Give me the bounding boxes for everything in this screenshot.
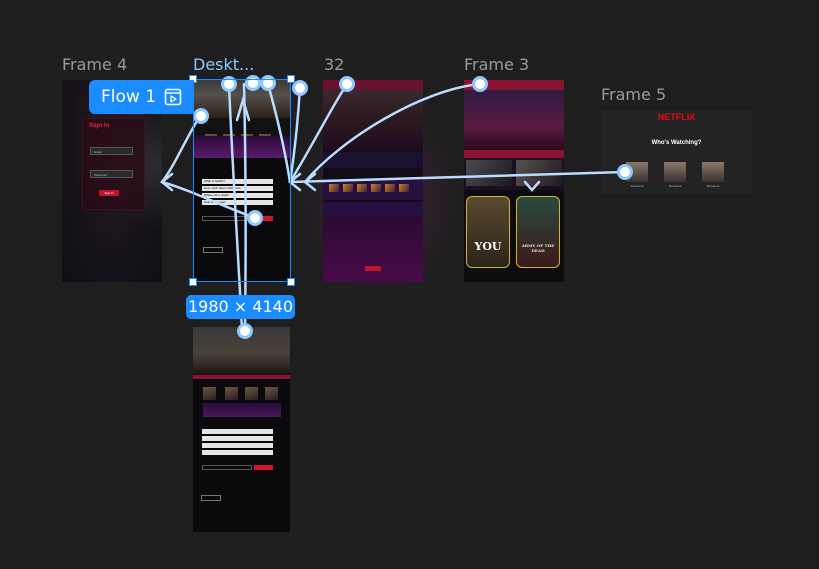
profile-avatar[interactable] xyxy=(702,162,724,182)
connection-node[interactable] xyxy=(237,323,253,339)
connection-node[interactable] xyxy=(247,210,263,226)
resize-handle-bottom-right[interactable] xyxy=(287,278,295,286)
mobile-band xyxy=(193,375,290,379)
frame3-card xyxy=(516,160,562,186)
signin-password-field[interactable]: Password xyxy=(90,170,133,178)
poster-title: ARMY OF THE DEAD xyxy=(521,243,555,253)
frame32-bottom-section xyxy=(323,216,423,282)
connection-node[interactable] xyxy=(193,108,209,124)
profile-name: Someone xyxy=(706,184,720,188)
frame32-thumb xyxy=(329,184,339,192)
mobile-frame[interactable] xyxy=(193,327,290,532)
frame32-thumb xyxy=(357,184,367,192)
faq-row[interactable] xyxy=(202,443,273,448)
frame3-hero xyxy=(464,90,564,150)
resize-handle-top-right[interactable] xyxy=(287,75,295,83)
frame32-thumb xyxy=(343,184,353,192)
connection-node[interactable] xyxy=(245,75,261,91)
faq-row[interactable]: How much does netflix cost xyxy=(202,186,273,191)
desktop-language-select[interactable] xyxy=(203,247,223,253)
resize-handle-bottom-left[interactable] xyxy=(189,278,197,286)
play-flow-icon[interactable] xyxy=(164,88,182,106)
signin-title: Sign in xyxy=(89,123,109,129)
mobile-thumb xyxy=(265,387,278,400)
arrowhead xyxy=(159,172,174,192)
faq-row[interactable] xyxy=(202,450,273,455)
frame32-cta-button[interactable] xyxy=(365,266,381,271)
faq-row[interactable]: How do I cancel xyxy=(202,200,273,205)
poster-card[interactable]: YOU xyxy=(466,196,510,268)
frame32-hero xyxy=(323,90,423,150)
faq-row[interactable]: What is Netflix? xyxy=(202,179,273,184)
connection-node[interactable] xyxy=(221,76,237,92)
mobile-get-started-button[interactable] xyxy=(254,465,273,470)
signin-card: Sign in Email Password Sign In xyxy=(82,118,145,210)
frame32-thumb xyxy=(371,184,381,192)
frame32-navbar xyxy=(323,80,423,90)
connection-node[interactable] xyxy=(339,76,355,92)
faq-row[interactable] xyxy=(202,429,273,434)
frame3[interactable]: YOU ARMY OF THE DEAD xyxy=(464,80,564,282)
mobile-purple-band xyxy=(203,403,281,417)
desktop-frame[interactable]: What is Netflix? How much does netflix c… xyxy=(193,80,291,282)
frame3-label[interactable]: Frame 3 xyxy=(464,55,529,74)
mobile-thumb xyxy=(245,387,258,400)
dimension-badge: 1980 × 4140 xyxy=(186,295,295,319)
faq-row[interactable]: Where can I watch xyxy=(202,193,273,198)
profile-name: Someone xyxy=(630,184,644,188)
signin-email-field[interactable]: Email xyxy=(90,147,133,155)
frame32-thumb xyxy=(399,184,409,192)
desktop-email-input[interactable] xyxy=(202,216,252,221)
desktop-purple-band xyxy=(193,136,291,158)
frame5[interactable]: NETFLIX Who's Watching? Someone Someone … xyxy=(601,110,752,194)
profile-avatar[interactable] xyxy=(664,162,686,182)
frame32[interactable] xyxy=(323,80,423,282)
profile-name: Someone xyxy=(668,184,682,188)
connection-node[interactable] xyxy=(617,164,633,180)
whos-watching-heading: Who's Watching? xyxy=(651,140,702,146)
frame32-label[interactable]: 32 xyxy=(324,55,344,74)
mobile-thumb xyxy=(225,387,238,400)
frame32-row xyxy=(323,202,423,216)
faq-row[interactable] xyxy=(202,436,273,441)
frame32-thumb xyxy=(385,184,395,192)
desktop-frame-label[interactable]: Deskt... xyxy=(193,55,254,74)
connection-node[interactable] xyxy=(260,75,276,91)
frame3-card-row xyxy=(464,158,564,190)
frame3-card xyxy=(466,160,512,186)
connection-line xyxy=(288,85,302,184)
frame4-label[interactable]: Frame 4 xyxy=(62,55,127,74)
mobile-email-input[interactable] xyxy=(202,465,252,470)
frame3-strip xyxy=(464,150,564,158)
arrowhead xyxy=(287,172,302,192)
connection-node[interactable] xyxy=(472,76,488,92)
poster-card[interactable]: ARMY OF THE DEAD xyxy=(516,196,560,268)
mobile-language-select[interactable] xyxy=(201,495,221,501)
frame32-row xyxy=(323,152,423,168)
flow-badge[interactable]: Flow 1 xyxy=(89,80,194,114)
signin-button[interactable]: Sign In xyxy=(99,190,119,196)
poster-title: YOU xyxy=(474,240,502,253)
mobile-thumb xyxy=(203,387,216,400)
flow-label: Flow 1 xyxy=(101,87,157,107)
frame5-label[interactable]: Frame 5 xyxy=(601,85,666,104)
netflix-logo: NETFLIX xyxy=(657,112,696,122)
